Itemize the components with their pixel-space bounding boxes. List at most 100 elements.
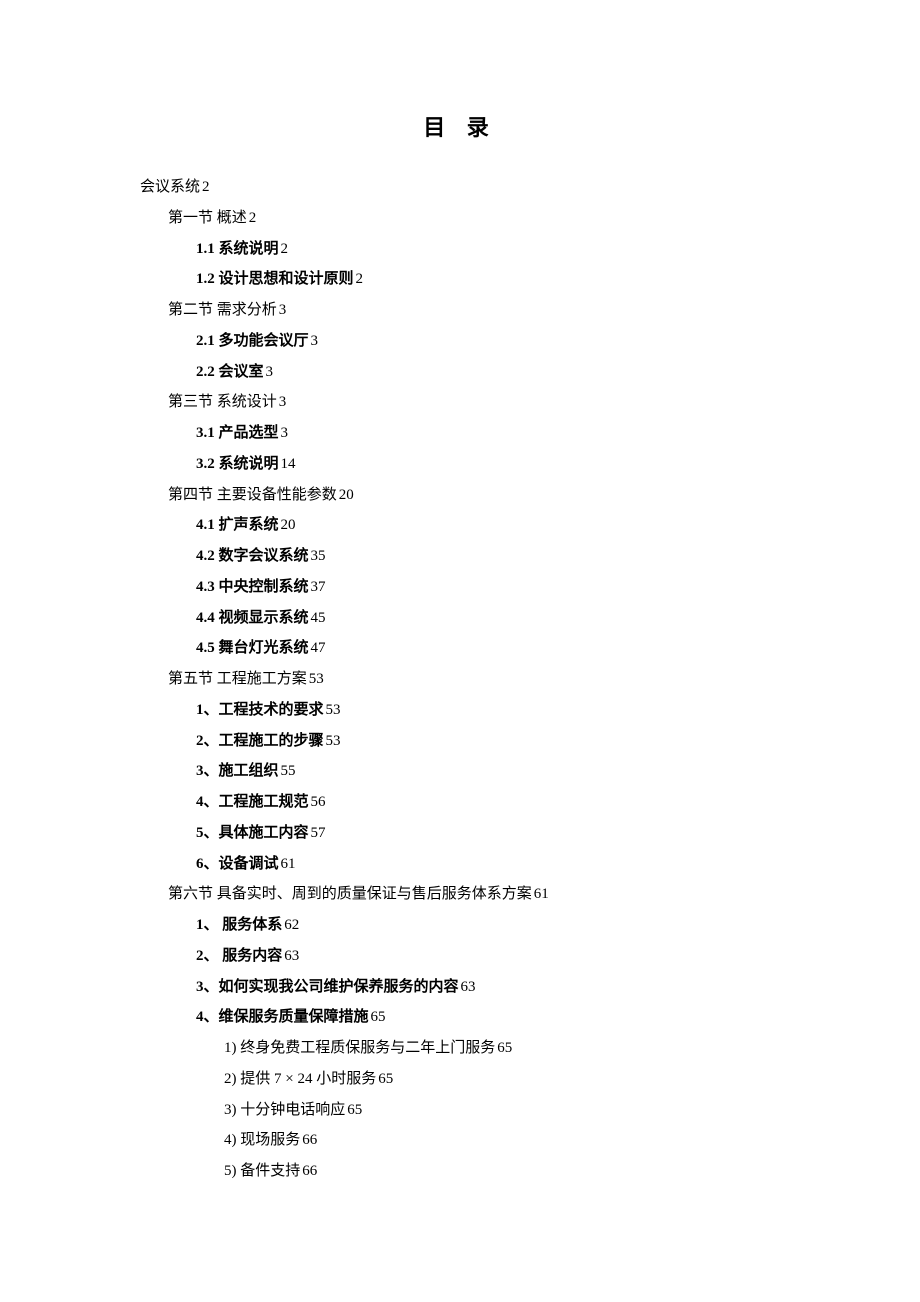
toc-entry: 2.1 多功能会议厅3: [196, 326, 780, 357]
toc-entry-label: 3.2 系统说明: [196, 456, 279, 472]
toc-entry-label: 4.1 扩声系统: [196, 517, 279, 533]
toc-entry-page: 14: [281, 456, 296, 472]
toc-entry-page: 65: [497, 1040, 512, 1056]
toc-entry: 3、如何实现我公司维护保养服务的内容63: [196, 972, 780, 1003]
toc-entry-page: 56: [311, 794, 326, 810]
toc-entry-page: 53: [326, 733, 341, 749]
toc-entry-label: 5、具体施工内容: [196, 825, 309, 841]
toc-entry-page: 20: [281, 517, 296, 533]
toc-entry: 5、具体施工内容57: [196, 818, 780, 849]
toc-entry-label: 3.1 产品选型: [196, 425, 279, 441]
toc-entry: 5) 备件支持66: [224, 1156, 780, 1187]
toc-entry-page: 35: [311, 548, 326, 564]
toc-entry: 4、维保服务质量保障措施65: [196, 1002, 780, 1033]
toc-entry: 第二节 需求分析3: [168, 295, 780, 326]
toc-entry: 1.2 设计思想和设计原则2: [196, 264, 780, 295]
toc-entry-page: 55: [281, 763, 296, 779]
toc-entry: 会议系统2: [140, 172, 780, 203]
toc-entry-label: 第三节 系统设计: [168, 394, 277, 410]
toc-entry-page: 63: [461, 979, 476, 995]
toc-entry-page: 2: [281, 241, 289, 257]
toc-entry-label: 2、工程施工的步骤: [196, 733, 324, 749]
toc-entry: 4) 现场服务66: [224, 1125, 780, 1156]
toc-entry-label: 3) 十分钟电话响应: [224, 1102, 345, 1118]
toc-entry-page: 61: [534, 886, 549, 902]
toc-entry: 4.4 视频显示系统45: [196, 603, 780, 634]
toc-entry-label: 4、维保服务质量保障措施: [196, 1009, 369, 1025]
toc-entry-label: 4、工程施工规范: [196, 794, 309, 810]
toc-entry-page: 3: [279, 302, 287, 318]
toc-entry-page: 65: [371, 1009, 386, 1025]
toc-entry-page: 53: [326, 702, 341, 718]
toc-entry-page: 3: [279, 394, 287, 410]
toc-entry-label: 1.1 系统说明: [196, 241, 279, 257]
toc-entry: 第四节 主要设备性能参数20: [168, 480, 780, 511]
toc-entry-label: 6、设备调试: [196, 856, 279, 872]
toc-title: 目 录: [140, 110, 780, 142]
toc-entry-page: 66: [302, 1163, 317, 1179]
toc-entry-page: 53: [309, 671, 324, 687]
toc-entry-page: 57: [311, 825, 326, 841]
toc-entry: 4.1 扩声系统20: [196, 510, 780, 541]
toc-entry: 第五节 工程施工方案53: [168, 664, 780, 695]
toc-entry-label: 2) 提供 7 × 24 小时服务: [224, 1071, 376, 1087]
toc-entry: 1.1 系统说明2: [196, 234, 780, 265]
toc-entry: 4.2 数字会议系统35: [196, 541, 780, 572]
toc-entry-label: 4) 现场服务: [224, 1132, 300, 1148]
toc-entry: 3.2 系统说明14: [196, 449, 780, 480]
toc-entry-label: 2、 服务内容: [196, 948, 282, 964]
toc-entry: 2) 提供 7 × 24 小时服务65: [224, 1064, 780, 1095]
toc-entry-label: 3、施工组织: [196, 763, 279, 779]
toc-entry-label: 1.2 设计思想和设计原则: [196, 271, 354, 287]
toc-entry: 2.2 会议室3: [196, 357, 780, 388]
toc-entry: 第一节 概述2: [168, 203, 780, 234]
document-page: 目 录 会议系统2第一节 概述21.1 系统说明21.2 设计思想和设计原则2第…: [0, 0, 920, 1247]
toc-entry-page: 3: [266, 364, 274, 380]
toc-entry-page: 65: [378, 1071, 393, 1087]
toc-entry-label: 4.4 视频显示系统: [196, 610, 309, 626]
toc-entry-page: 2: [202, 179, 210, 195]
toc-entry: 3) 十分钟电话响应65: [224, 1095, 780, 1126]
toc-entry: 第六节 具备实时、周到的质量保证与售后服务体系方案61: [168, 879, 780, 910]
toc-entry: 2、 服务内容63: [196, 941, 780, 972]
toc-entry-page: 47: [311, 640, 326, 656]
toc-entry: 3.1 产品选型3: [196, 418, 780, 449]
toc-entry: 1、工程技术的要求53: [196, 695, 780, 726]
toc-entry-page: 63: [284, 948, 299, 964]
toc-entry-label: 5) 备件支持: [224, 1163, 300, 1179]
toc-entry: 4、工程施工规范56: [196, 787, 780, 818]
toc-entry-label: 第六节 具备实时、周到的质量保证与售后服务体系方案: [168, 886, 532, 902]
toc-entry-label: 第五节 工程施工方案: [168, 671, 307, 687]
toc-entry-label: 4.3 中央控制系统: [196, 579, 309, 595]
toc-entry: 1、 服务体系62: [196, 910, 780, 941]
toc-entry: 3、施工组织55: [196, 756, 780, 787]
toc-entry-page: 37: [311, 579, 326, 595]
toc-entry-label: 1、 服务体系: [196, 917, 282, 933]
toc-entry-label: 2.2 会议室: [196, 364, 264, 380]
toc-entry-page: 2: [356, 271, 364, 287]
toc-entry: 4.3 中央控制系统37: [196, 572, 780, 603]
toc-container: 会议系统2第一节 概述21.1 系统说明21.2 设计思想和设计原则2第二节 需…: [140, 172, 780, 1187]
toc-entry-page: 20: [339, 487, 354, 503]
toc-entry-label: 会议系统: [140, 179, 200, 195]
toc-entry-label: 4.2 数字会议系统: [196, 548, 309, 564]
toc-entry-label: 1、工程技术的要求: [196, 702, 324, 718]
toc-entry-label: 1) 终身免费工程质保服务与二年上门服务: [224, 1040, 495, 1056]
toc-entry-page: 3: [281, 425, 289, 441]
toc-entry: 1) 终身免费工程质保服务与二年上门服务65: [224, 1033, 780, 1064]
toc-entry-page: 61: [281, 856, 296, 872]
toc-entry-label: 4.5 舞台灯光系统: [196, 640, 309, 656]
toc-entry-page: 66: [302, 1132, 317, 1148]
toc-entry: 2、工程施工的步骤53: [196, 726, 780, 757]
toc-entry-label: 第一节 概述: [168, 210, 247, 226]
toc-entry: 第三节 系统设计3: [168, 387, 780, 418]
toc-entry-label: 第四节 主要设备性能参数: [168, 487, 337, 503]
toc-entry-page: 2: [249, 210, 257, 226]
toc-entry: 4.5 舞台灯光系统47: [196, 633, 780, 664]
toc-entry-label: 3、如何实现我公司维护保养服务的内容: [196, 979, 459, 995]
toc-entry-page: 65: [347, 1102, 362, 1118]
toc-entry-page: 45: [311, 610, 326, 626]
toc-entry-label: 第二节 需求分析: [168, 302, 277, 318]
toc-entry: 6、设备调试61: [196, 849, 780, 880]
toc-entry-page: 3: [311, 333, 319, 349]
